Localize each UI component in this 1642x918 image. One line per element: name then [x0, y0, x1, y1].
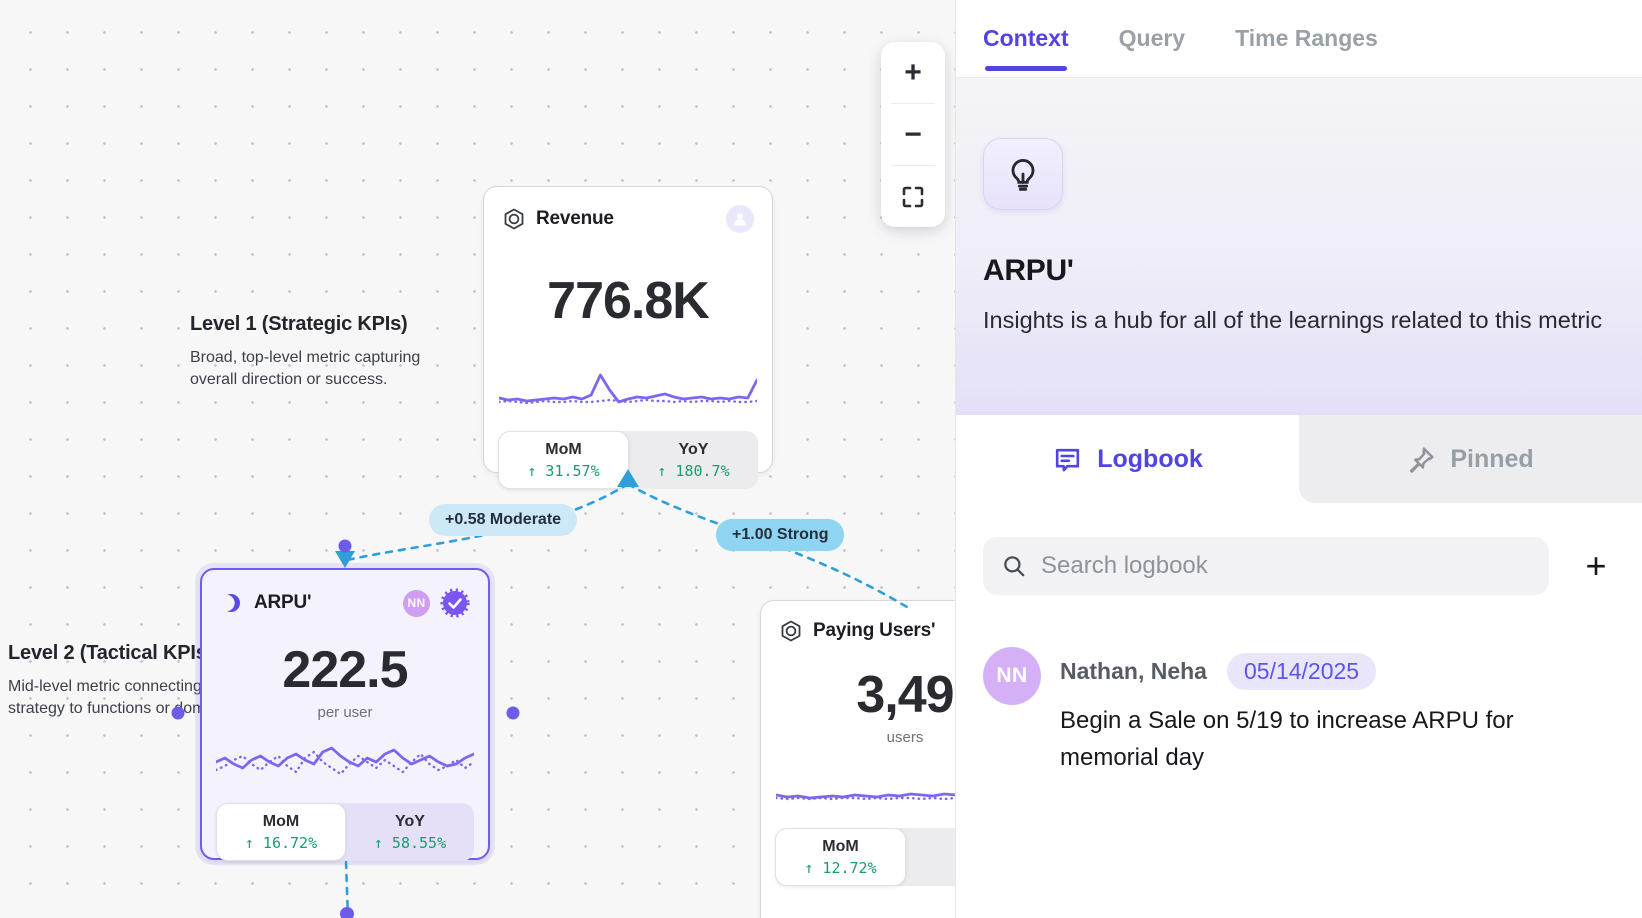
- panel-tab-bar: Context Query Time Ranges: [956, 0, 1642, 78]
- tab-logbook-label: Logbook: [1097, 445, 1203, 474]
- logbook-tab-bar: Logbook Pinned: [956, 415, 1642, 503]
- yoy-label: YoY: [395, 813, 425, 831]
- pin-icon: [1407, 445, 1436, 474]
- moon-metric-icon: [220, 591, 244, 615]
- tab-context[interactable]: Context: [983, 0, 1069, 77]
- mom-value: ↑ 12.72%: [804, 859, 876, 877]
- tab-query[interactable]: Query: [1119, 0, 1185, 77]
- sparkline-chart: [776, 764, 955, 812]
- metric-tree-canvas[interactable]: Level 1 (Strategic KPIs) Broad, top-leve…: [0, 0, 955, 918]
- collaborator-badge: NN: [403, 590, 430, 617]
- entry-date-badge: 05/14/2025: [1227, 653, 1376, 690]
- metric-context-header: ARPU' Insights is a hub for all of the l…: [956, 78, 1642, 415]
- edge-arrowhead-down: [335, 551, 355, 568]
- lightbulb-icon: [983, 138, 1063, 210]
- level1-annotation: Level 1 (Strategic KPIs) Broad, top-leve…: [190, 313, 435, 392]
- fit-view-button[interactable]: [881, 166, 945, 227]
- logbook-entry: NN Nathan, Neha 05/14/2025 Begin a Sale …: [983, 647, 1615, 776]
- mom-label: MoM: [263, 813, 299, 831]
- verified-check-icon: [440, 588, 470, 618]
- mom-toggle[interactable]: MoM ↑ 16.72%: [216, 803, 346, 861]
- logbook-content: + NN Nathan, Neha 05/14/2025 Begin a Sal…: [956, 503, 1642, 918]
- correlation-label-moderate: +0.58 Moderate: [429, 504, 577, 536]
- level1-title: Level 1 (Strategic KPIs): [190, 313, 435, 336]
- node-handle-bottom[interactable]: [340, 907, 354, 918]
- metric-description: Insights is a hub for all of the learnin…: [983, 303, 1603, 337]
- metric-node-title: ARPU': [254, 592, 311, 614]
- mom-value: ↑ 16.72%: [245, 834, 317, 852]
- node-handle-right[interactable]: [507, 707, 520, 720]
- mom-toggle[interactable]: MoM ↑ 12.72%: [775, 828, 906, 886]
- yoy-toggle[interactable]: [906, 828, 955, 886]
- metric-node-title: Paying Users': [813, 620, 935, 642]
- hexagon-metric-icon: [779, 619, 803, 643]
- logbook-comment-icon: [1052, 444, 1083, 475]
- period-toggle: MoM ↑ 12.72%: [775, 828, 955, 886]
- period-toggle: MoM ↑ 31.57% YoY ↑ 180.7%: [498, 431, 758, 489]
- yoy-toggle[interactable]: YoY ↑ 180.7%: [629, 431, 758, 489]
- metric-node-revenue[interactable]: Revenue 776.8K MoM ↑ 31.57% YoY ↑ 180.7%: [483, 186, 773, 473]
- logbook-search[interactable]: [983, 537, 1549, 595]
- yoy-value: ↑ 180.7%: [657, 462, 729, 480]
- mom-label: MoM: [822, 838, 858, 856]
- level1-description: Broad, top-level metric capturing overal…: [190, 347, 435, 392]
- period-toggle: MoM ↑ 16.72% YoY ↑ 58.55%: [216, 803, 474, 861]
- entry-text: Begin a Sale on 5/19 to increase ARPU fo…: [1060, 702, 1560, 776]
- context-panel: Context Query Time Ranges ARPU' Insights…: [955, 0, 1642, 918]
- tab-pinned[interactable]: Pinned: [1299, 415, 1642, 503]
- metric-node-paying-users[interactable]: Paying Users' 3,49 users MoM ↑ 12.72%: [760, 600, 955, 918]
- metric-value: 222.5: [216, 644, 474, 696]
- metric-value: 776.8K: [498, 275, 758, 327]
- add-log-entry-button[interactable]: +: [1577, 547, 1615, 585]
- yoy-toggle[interactable]: YoY ↑ 58.55%: [346, 803, 474, 861]
- mom-value: ↑ 31.57%: [527, 462, 599, 480]
- hexagon-metric-icon: [502, 207, 526, 231]
- zoom-out-button[interactable]: −: [881, 104, 945, 165]
- metric-value: 3,49: [775, 669, 955, 721]
- search-input[interactable]: [1041, 552, 1531, 580]
- tab-time-ranges[interactable]: Time Ranges: [1235, 0, 1378, 77]
- tab-logbook[interactable]: Logbook: [956, 415, 1299, 503]
- sparkline-chart: [216, 739, 474, 787]
- zoom-in-button[interactable]: +: [881, 42, 945, 103]
- sparkline-chart: [499, 367, 757, 415]
- yoy-value: ↑ 58.55%: [374, 834, 446, 852]
- metric-node-title: Revenue: [536, 208, 614, 230]
- tab-pinned-label: Pinned: [1450, 445, 1533, 474]
- metric-unit: users: [775, 729, 955, 746]
- mom-toggle[interactable]: MoM ↑ 31.57%: [498, 431, 629, 489]
- entry-avatar: NN: [983, 647, 1041, 705]
- search-icon: [1001, 553, 1027, 579]
- node-handle-top[interactable]: [339, 540, 352, 553]
- metric-title: ARPU': [983, 254, 1615, 288]
- fullscreen-icon: [901, 185, 925, 209]
- correlation-label-strong: +1.00 Strong: [716, 519, 844, 551]
- metric-tree-app: Level 1 (Strategic KPIs) Broad, top-leve…: [0, 0, 1642, 918]
- metric-unit: per user: [216, 704, 474, 721]
- entry-author: Nathan, Neha: [1060, 658, 1207, 685]
- yoy-label: YoY: [679, 441, 709, 459]
- mom-label: MoM: [545, 441, 581, 459]
- metric-node-arpu[interactable]: ARPU' NN 222.5 per user MoM ↑ 16.72% YoY: [200, 568, 490, 860]
- canvas-zoom-controls: + −: [881, 42, 945, 227]
- owner-avatar-icon: [726, 205, 754, 233]
